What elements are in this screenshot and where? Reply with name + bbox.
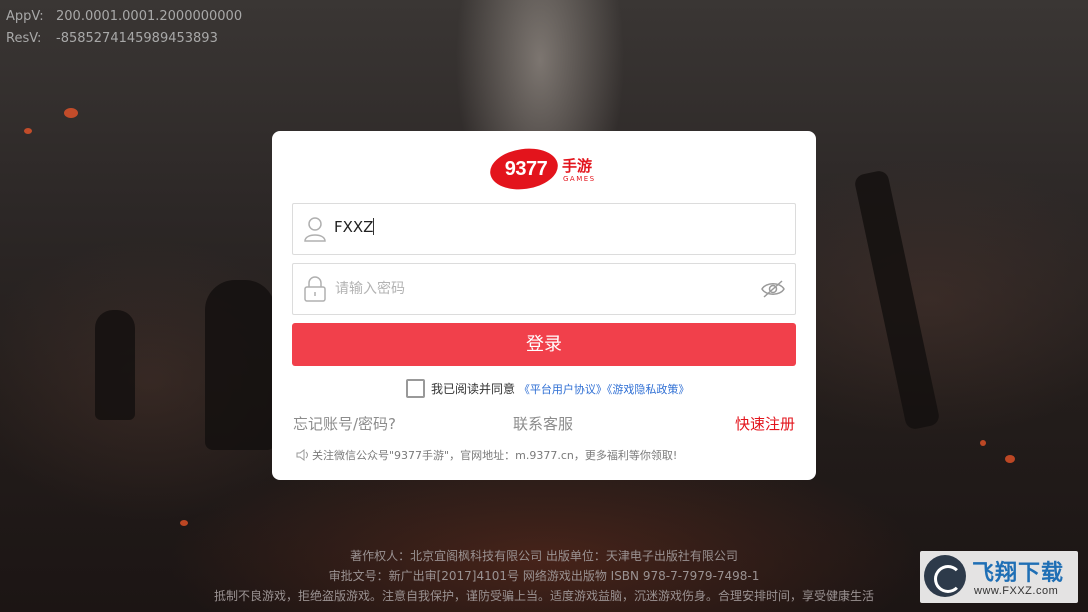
password-field[interactable] — [292, 263, 796, 315]
res-version-label: ResV: — [6, 31, 42, 46]
ember — [980, 440, 986, 446]
notice-text: 关注微信公众号"9377手游"，官网地址：m.9377.cn，更多福利等你领取! — [312, 449, 678, 462]
watermark-title: 飞翔下载 — [972, 561, 1065, 586]
lock-icon — [304, 276, 326, 302]
agreement-row: 我已阅读并同意 《平台用户协议》《游戏隐私政策》 — [406, 379, 689, 399]
forgot-password-link[interactable]: 忘记账号/密码? — [293, 413, 396, 434]
logo-cn-text: 手游 — [562, 157, 593, 175]
version-info: AppV: 200.0001.0001.2000000000 ResV: -8585… — [6, 6, 242, 50]
logo-number: 9377 — [504, 158, 548, 180]
ember — [1005, 455, 1015, 463]
logo-en-text: GAMES — [563, 175, 596, 183]
login-button[interactable]: 登录 — [292, 323, 796, 366]
contact-service-link[interactable]: 联系客服 — [513, 413, 573, 434]
watermark-url: www.FXXZ.com — [974, 585, 1059, 597]
username-field[interactable]: FXXZ — [292, 203, 796, 255]
fxxz-logo-icon — [924, 555, 966, 597]
password-input[interactable] — [333, 274, 757, 304]
res-version-value: -8585274145989453893 — [56, 31, 218, 46]
fxxz-watermark: 飞翔下载 www.FXXZ.com — [920, 551, 1078, 603]
login-dialog: 9377 手游 GAMES FXXZ 登录 我已阅读并同意 《平台用户协议》《游… — [272, 131, 816, 480]
user-icon — [304, 217, 326, 242]
user-agreement-link[interactable]: 《平台用户协议》 — [519, 383, 607, 396]
res-version-row: ResV: -8585274145989453893 — [6, 28, 242, 50]
sword-silhouette-right — [853, 169, 941, 431]
ember — [180, 520, 188, 526]
speaker-icon — [296, 449, 308, 461]
text-caret — [373, 218, 375, 235]
agree-checkbox[interactable] — [406, 379, 425, 398]
brand-logo: 9377 手游 GAMES — [487, 144, 600, 194]
username-value: FXXZ — [334, 218, 374, 236]
wechat-notice: 关注微信公众号"9377手游"，官网地址：m.9377.cn，更多福利等你领取! — [296, 447, 677, 463]
agree-text: 我已阅读并同意 — [431, 382, 516, 396]
app-version-row: AppV: 200.0001.0001.2000000000 — [6, 6, 242, 28]
app-version-label: AppV: — [6, 9, 44, 24]
eye-toggle-icon[interactable] — [761, 279, 785, 299]
app-version-value: 200.0001.0001.2000000000 — [56, 9, 243, 24]
ember — [64, 108, 78, 118]
ember — [24, 128, 32, 134]
quick-register-link[interactable]: 快速注册 — [735, 413, 795, 434]
username-input[interactable]: FXXZ — [334, 218, 375, 236]
warrior-silhouette-left — [205, 280, 275, 450]
warrior-silhouette-left-2 — [95, 310, 135, 420]
privacy-policy-link[interactable]: 《游戏隐私政策》 — [607, 383, 690, 396]
